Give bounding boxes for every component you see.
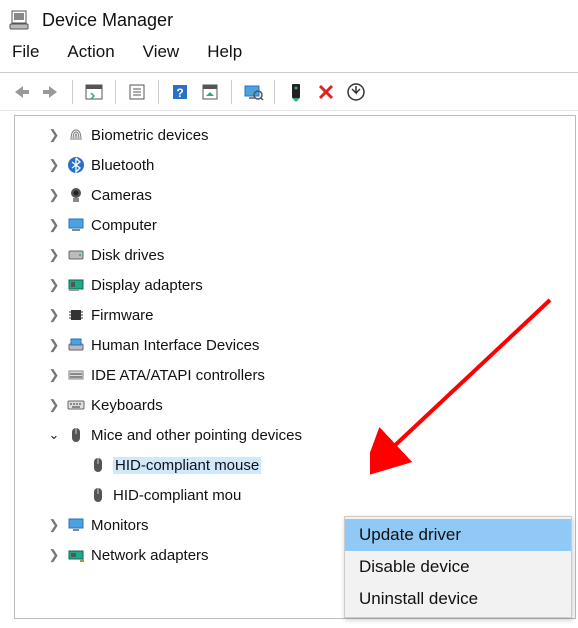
menu-view[interactable]: View <box>143 42 180 62</box>
tree-label: Network adapters <box>91 547 209 564</box>
keyboard-icon <box>65 396 87 414</box>
menu-file[interactable]: File <box>12 42 39 62</box>
monitor-icon <box>65 516 87 534</box>
tree-label: HID-compliant mou <box>113 487 241 504</box>
tree-node-firmware[interactable]: ❯ Firmware <box>15 300 575 330</box>
chevron-right-icon[interactable]: ❯ <box>45 307 63 323</box>
svg-text:?: ? <box>176 86 183 100</box>
tree-label: Bluetooth <box>91 157 154 174</box>
bluetooth-icon <box>65 156 87 174</box>
show-hide-console-icon[interactable] <box>79 78 109 106</box>
device-manager-icon <box>8 9 30 31</box>
tree-label: Firmware <box>91 307 154 324</box>
mouse-icon <box>87 456 109 474</box>
tree-label: Display adapters <box>91 277 203 294</box>
chevron-right-icon[interactable]: ❯ <box>45 187 63 203</box>
chevron-right-icon[interactable]: ❯ <box>45 517 63 533</box>
tree-label: Biometric devices <box>91 127 209 144</box>
chip-icon <box>65 306 87 324</box>
fingerprint-icon <box>65 126 87 144</box>
context-menu: Update driver Disable device Uninstall d… <box>344 516 572 618</box>
chevron-right-icon[interactable]: ❯ <box>45 367 63 383</box>
context-uninstall-device[interactable]: Uninstall device <box>345 583 571 615</box>
update-driver-icon[interactable] <box>281 78 311 106</box>
chevron-right-icon[interactable]: ❯ <box>45 397 63 413</box>
chevron-right-icon[interactable]: ❯ <box>45 547 63 563</box>
menu-action[interactable]: Action <box>67 42 114 62</box>
tree-node-bluetooth[interactable]: ❯ Bluetooth <box>15 150 575 180</box>
disk-icon <box>65 246 87 264</box>
chevron-right-icon[interactable]: ❯ <box>45 157 63 173</box>
tree-node-hid[interactable]: ❯ Human Interface Devices <box>15 330 575 360</box>
chevron-right-icon[interactable]: ❯ <box>45 247 63 263</box>
action-icon[interactable] <box>195 78 225 106</box>
window-title: Device Manager <box>42 10 173 31</box>
mouse-icon <box>65 426 87 444</box>
tree-label: Mice and other pointing devices <box>91 427 302 444</box>
mouse-icon <box>87 486 109 504</box>
gpu-icon <box>65 276 87 294</box>
title-bar: Device Manager <box>0 0 578 38</box>
chevron-right-icon[interactable]: ❯ <box>45 337 63 353</box>
ide-icon <box>65 366 87 384</box>
context-disable-device[interactable]: Disable device <box>345 551 571 583</box>
help-icon[interactable]: ? <box>165 78 195 106</box>
tree-node-biometric[interactable]: ❯ Biometric devices <box>15 120 575 150</box>
hid-icon <box>65 336 87 354</box>
tree-label: HID-compliant mouse <box>113 457 261 474</box>
chevron-right-icon[interactable]: ❯ <box>45 277 63 293</box>
forward-button[interactable] <box>36 78 66 106</box>
tree-label: Monitors <box>91 517 149 534</box>
camera-icon <box>65 186 87 204</box>
tree-label: Disk drives <box>91 247 164 264</box>
tree-node-mouse-1[interactable]: HID-compliant mouse <box>15 450 575 480</box>
back-button[interactable] <box>6 78 36 106</box>
tree-label: Keyboards <box>91 397 163 414</box>
toolbar: ? <box>0 73 578 111</box>
tree-label: Cameras <box>91 187 152 204</box>
chevron-down-icon[interactable]: ⌄ <box>45 427 63 443</box>
tree-node-mouse-2[interactable]: HID-compliant mou <box>15 480 575 510</box>
context-update-driver[interactable]: Update driver <box>345 519 571 551</box>
chevron-right-icon[interactable]: ❯ <box>45 217 63 233</box>
tree-node-computer[interactable]: ❯ Computer <box>15 210 575 240</box>
uninstall-icon[interactable] <box>311 78 341 106</box>
computer-icon <box>65 216 87 234</box>
tree-node-ide[interactable]: ❯ IDE ATA/ATAPI controllers <box>15 360 575 390</box>
tree-node-cameras[interactable]: ❯ Cameras <box>15 180 575 210</box>
tree-label: IDE ATA/ATAPI controllers <box>91 367 265 384</box>
properties-icon[interactable] <box>122 78 152 106</box>
tree-node-disks[interactable]: ❯ Disk drives <box>15 240 575 270</box>
network-icon <box>65 546 87 564</box>
tree-node-keyboards[interactable]: ❯ Keyboards <box>15 390 575 420</box>
tree-label: Human Interface Devices <box>91 337 259 354</box>
scan-hardware-icon[interactable] <box>238 78 268 106</box>
menu-bar: File Action View Help <box>0 38 578 73</box>
menu-help[interactable]: Help <box>207 42 242 62</box>
tree-node-mice[interactable]: ⌄ Mice and other pointing devices <box>15 420 575 450</box>
disable-icon[interactable] <box>341 78 371 106</box>
chevron-right-icon[interactable]: ❯ <box>45 127 63 143</box>
tree-label: Computer <box>91 217 157 234</box>
tree-node-display[interactable]: ❯ Display adapters <box>15 270 575 300</box>
